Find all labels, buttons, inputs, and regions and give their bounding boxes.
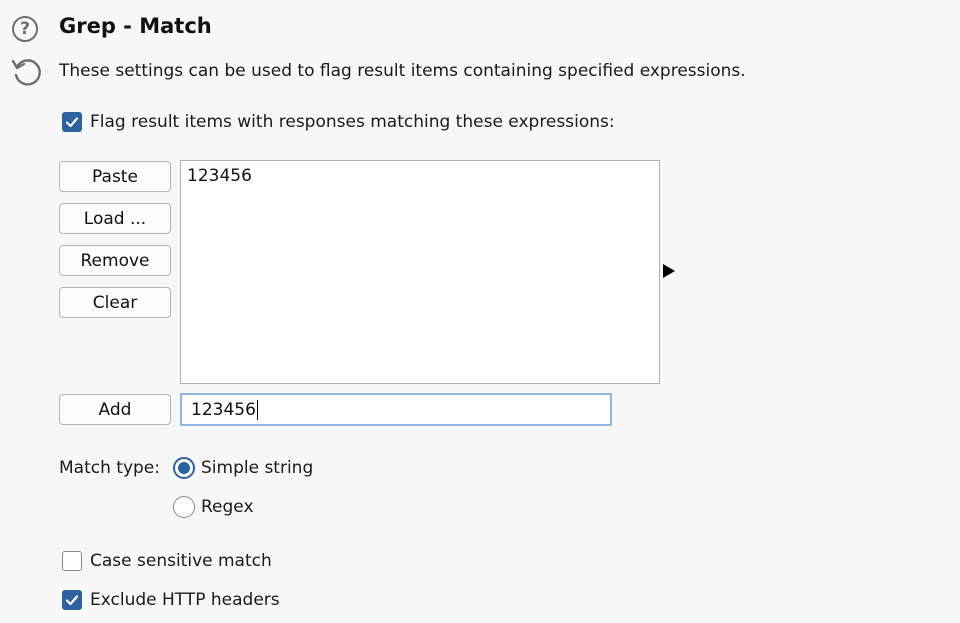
regex-radio[interactable]	[173, 496, 195, 518]
list-item[interactable]: 123456	[187, 166, 252, 186]
add-button[interactable]: Add	[59, 394, 171, 425]
remove-button[interactable]: Remove	[59, 245, 171, 276]
section-title: Grep - Match	[59, 14, 212, 38]
regex-label: Regex	[201, 497, 254, 517]
flag-result-items-label: Flag result items with responses matchin…	[90, 112, 615, 132]
load-button[interactable]: Load ...	[59, 203, 171, 234]
section-description: These settings can be used to flag resul…	[59, 61, 746, 81]
text-caret	[256, 399, 258, 420]
simple-string-radio[interactable]	[173, 457, 195, 479]
radio-dot	[178, 462, 190, 474]
clear-button[interactable]: Clear	[59, 287, 171, 318]
flag-result-items-checkbox[interactable]	[62, 112, 82, 132]
expression-input-value: 123456	[191, 399, 256, 420]
check-icon	[65, 595, 79, 606]
expand-arrow-icon[interactable]	[663, 264, 675, 278]
simple-string-label: Simple string	[201, 458, 314, 478]
undo-icon[interactable]	[10, 55, 44, 89]
expression-input[interactable]: 123456	[180, 393, 612, 426]
exclude-http-headers-label: Exclude HTTP headers	[90, 590, 280, 610]
help-icon[interactable]: ?	[12, 16, 38, 42]
case-sensitive-checkbox[interactable]	[62, 551, 82, 571]
paste-button[interactable]: Paste	[59, 161, 171, 192]
exclude-http-headers-checkbox[interactable]	[62, 590, 82, 610]
match-type-label: Match type:	[59, 458, 160, 478]
check-icon	[65, 117, 79, 128]
expressions-list[interactable]: 123456	[180, 160, 660, 384]
case-sensitive-label: Case sensitive match	[90, 551, 272, 571]
